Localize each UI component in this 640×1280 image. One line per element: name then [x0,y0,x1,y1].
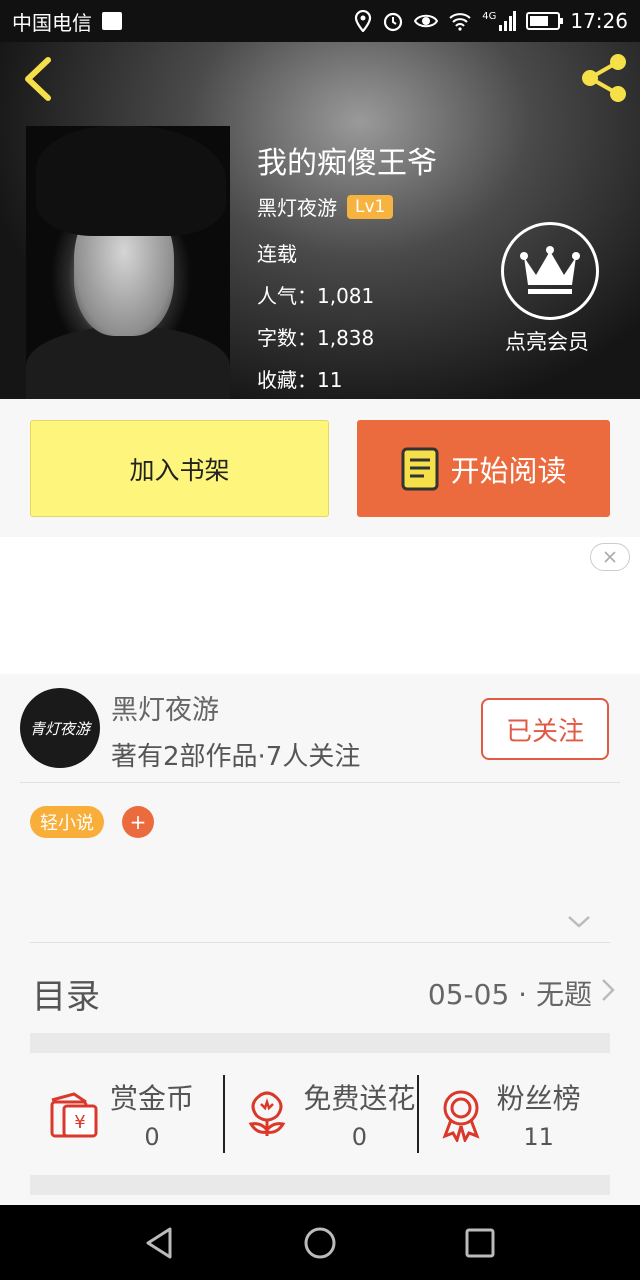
genre-tag[interactable]: 轻小说 [30,806,104,838]
battery-icon [526,12,564,30]
vip-button[interactable]: 点亮会员 [500,222,600,356]
author-card-name[interactable]: 黑灯夜游 [111,688,219,727]
fan-ranking-label: 粉丝榜 [496,1082,581,1115]
word-count-stat: 字数：1,838 [257,326,375,350]
level-badge: Lv1 [347,194,394,219]
chevron-down-icon[interactable] [566,914,592,930]
status-bar: 中国电信 4G 17:26 [0,0,640,42]
system-nav-bar [0,1205,640,1280]
add-to-shelf-button[interactable]: 加入书架 [30,420,329,517]
add-to-shelf-label: 加入书架 [129,455,230,485]
fan-ranking-button[interactable]: 粉丝榜 11 [416,1053,610,1175]
send-flower-label: 免费送花 [303,1082,416,1115]
avatar-text: 青灯夜游 [29,719,90,738]
author-stats: 著有2部作品·7人关注 [111,742,361,772]
network-type-label: 4G [482,10,497,22]
back-arrow-icon[interactable] [18,54,64,104]
carrier-label: 中国电信 [12,10,92,35]
book-title: 我的痴傻王爷 [257,146,437,181]
nav-home-icon[interactable] [302,1225,338,1261]
action-bar: 加入书架 开始阅读 [0,399,640,537]
chevron-right-icon [602,979,615,1001]
fan-ranking-count: 11 [523,1123,554,1151]
nav-recents-icon[interactable] [462,1225,498,1261]
start-reading-button[interactable]: 开始阅读 [357,420,610,517]
author-row: 黑灯夜游 Lv1 [257,192,394,221]
reward-coins-button[interactable]: ¥ 赏金币 0 [30,1053,223,1175]
follow-label: 已关注 [505,716,584,747]
send-flower-count: 0 [351,1123,367,1151]
author-avatar[interactable]: 青灯夜游 [20,688,100,768]
popularity-stat: 人气：1,081 [257,284,375,308]
book-header: 我的痴傻王爷 黑灯夜游 Lv1 连载 人气：1,081 字数：1,838 收藏：… [0,42,640,399]
add-tag-button[interactable]: + [122,806,154,838]
favorites-stat: 收藏：11 [257,368,343,392]
wifi-icon [449,13,471,31]
latest-chapter: 05-05 · 无题 [427,978,592,1011]
section-separator [30,1033,610,1053]
close-ad-icon[interactable] [590,543,630,571]
book-icon [401,447,439,490]
author-name[interactable]: 黑灯夜游 [257,192,337,221]
author-card: 青灯夜游 黑灯夜游 著有2部作品·7人关注 已关注 轻小说 + [0,674,640,943]
eye-icon [414,14,439,28]
divider [20,782,620,783]
send-flower-button[interactable]: 免费送花 0 [223,1053,416,1175]
book-cover-image[interactable] [26,126,230,399]
section-separator [30,1175,610,1195]
reward-coins-label: 赏金币 [110,1082,195,1115]
catalog-title: 目录 [32,977,100,1017]
coin-envelope-icon: ¥ [50,1092,98,1138]
vip-label: 点亮会员 [505,330,589,354]
location-icon [355,10,372,32]
clock-label: 17:26 [570,9,628,33]
nav-back-icon[interactable] [142,1225,178,1261]
medal-icon [442,1090,480,1142]
alarm-icon [384,12,403,32]
flower-icon [248,1091,286,1136]
start-reading-label: 开始阅读 [450,453,567,488]
svg-text:¥: ¥ [74,1112,85,1133]
signal-icon [499,11,517,31]
follow-button[interactable]: 已关注 [481,698,609,760]
crown-icon [501,222,599,320]
image-notification-icon [102,12,122,30]
ad-banner [0,537,640,674]
share-icon[interactable] [576,50,632,106]
serial-status: 连载 [257,242,297,266]
reward-coins-count: 0 [144,1123,160,1151]
catalog-row[interactable]: 目录 05-05 · 无题 [0,943,640,1033]
rewards-row: ¥ 赏金币 0 免费送花 0 粉丝榜 11 [30,1053,610,1175]
